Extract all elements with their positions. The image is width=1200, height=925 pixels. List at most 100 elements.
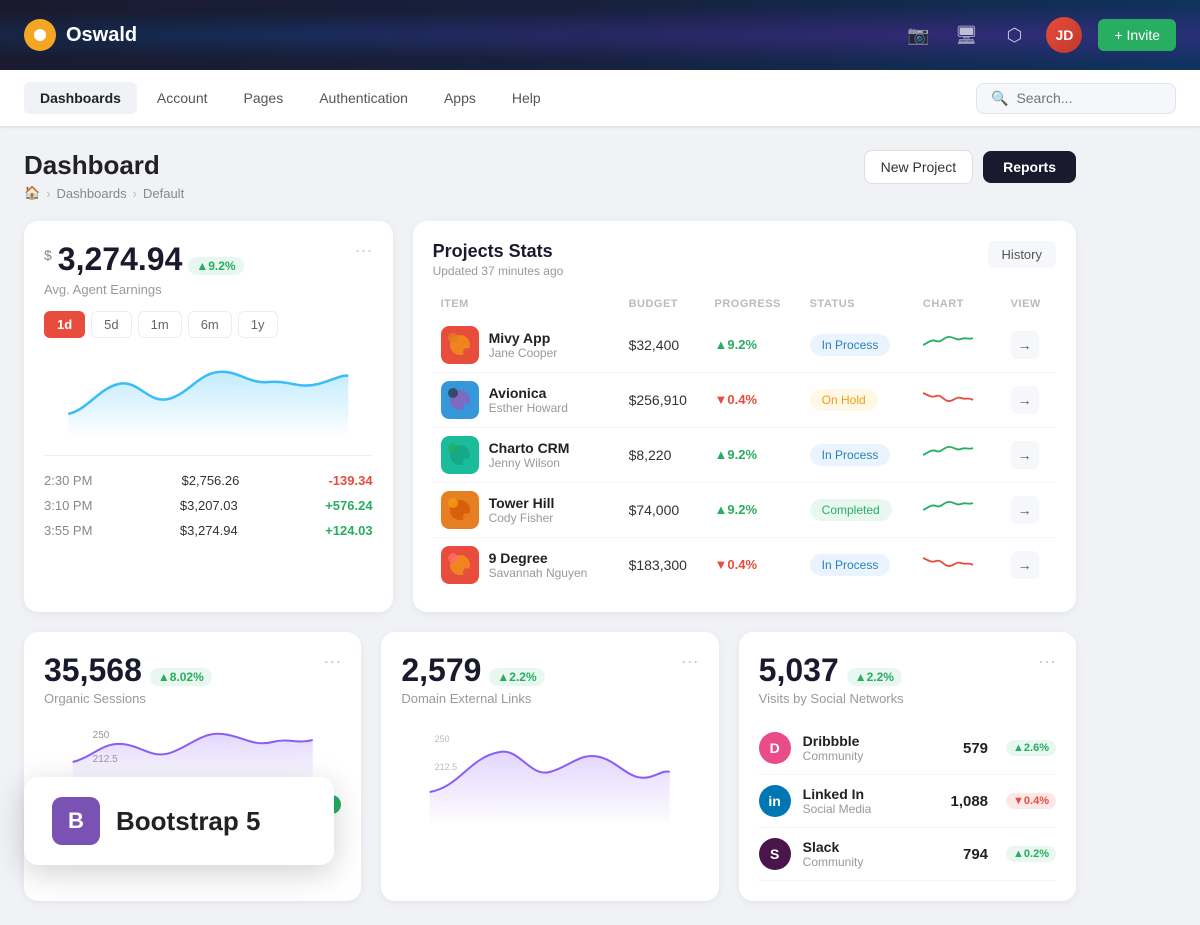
social-icon: D xyxy=(759,732,791,764)
nav-help[interactable]: Help xyxy=(496,82,557,114)
col-status: STATUS xyxy=(802,294,915,318)
camera-icon[interactable]: 📷 xyxy=(902,19,934,51)
organic-menu[interactable]: ⋯ xyxy=(323,652,341,673)
status-badge: Completed xyxy=(810,499,892,521)
domain-menu[interactable]: ⋯ xyxy=(681,652,699,673)
share-icon[interactable]: ⬡ xyxy=(998,19,1030,51)
proj-owner: Esther Howard xyxy=(489,401,568,415)
stat-val-1: $2,756.26 xyxy=(182,473,240,488)
proj-owner: Savannah Nguyen xyxy=(489,566,588,580)
nav-apps[interactable]: Apps xyxy=(428,82,492,114)
social-type: Social Media xyxy=(803,802,872,816)
search-input[interactable] xyxy=(1016,90,1161,106)
filter-5d[interactable]: 5d xyxy=(91,311,131,338)
svg-text:212.5: 212.5 xyxy=(93,754,118,765)
nav-dashboards[interactable]: Dashboards xyxy=(24,82,137,114)
organic-number: 35,568 xyxy=(44,652,142,689)
proj-owner: Cody Fisher xyxy=(489,511,555,525)
filter-6m[interactable]: 6m xyxy=(188,311,232,338)
proj-progress-cell: ▲9.2% xyxy=(707,428,802,483)
currency-symbol: $ xyxy=(44,247,52,263)
proj-progress-cell: ▲9.2% xyxy=(707,483,802,538)
status-badge: In Process xyxy=(810,334,891,356)
stat-time-3: 3:55 PM xyxy=(44,523,92,538)
view-button[interactable]: → xyxy=(1011,496,1039,524)
proj-thumb xyxy=(441,381,479,419)
breadcrumb-default: Default xyxy=(143,186,184,201)
social-menu[interactable]: ⋯ xyxy=(1038,652,1056,673)
social-item: D Dribbble Community 579 ▲2.6% xyxy=(759,722,1056,775)
proj-view-cell[interactable]: → xyxy=(1003,318,1056,373)
proj-progress: ▲9.2% xyxy=(715,447,758,462)
stats-rows: 2:30 PM $2,756.26 -139.34 3:10 PM $3,207… xyxy=(44,455,373,543)
proj-view-cell[interactable]: → xyxy=(1003,483,1056,538)
proj-chart-cell xyxy=(915,373,1003,428)
proj-budget-cell: $8,220 xyxy=(621,428,707,483)
bootstrap-label: Bootstrap 5 xyxy=(116,806,260,837)
proj-progress: ▲9.2% xyxy=(715,502,758,517)
social-info: Dribbble Community xyxy=(803,733,864,763)
nav-authentication[interactable]: Authentication xyxy=(303,82,424,114)
proj-thumb xyxy=(441,326,479,364)
proj-view-cell[interactable]: → xyxy=(1003,373,1056,428)
social-icon: S xyxy=(759,838,791,870)
proj-progress: ▼0.4% xyxy=(715,557,758,572)
proj-status-cell: In Process xyxy=(802,318,915,373)
proj-progress: ▼0.4% xyxy=(715,392,758,407)
status-badge: On Hold xyxy=(810,389,878,411)
status-badge: In Process xyxy=(810,554,891,576)
table-row: Charto CRM Jenny Wilson $8,220 ▲9.2% In … xyxy=(433,428,1056,483)
logo-text: Oswald xyxy=(66,24,137,47)
col-budget: BUDGET xyxy=(621,294,707,318)
projects-updated: Updated 37 minutes ago xyxy=(433,264,564,278)
avatar[interactable]: JD xyxy=(1046,17,1082,53)
view-button[interactable]: → xyxy=(1011,441,1039,469)
proj-name: Avionica xyxy=(489,385,568,401)
search-icon: 🔍 xyxy=(991,90,1008,107)
time-filters: 1d 5d 1m 6m 1y xyxy=(44,311,373,338)
organic-badge: ▲8.02% xyxy=(150,668,212,686)
nav-pages[interactable]: Pages xyxy=(228,82,300,114)
social-name: Linked In xyxy=(803,786,872,802)
invite-button[interactable]: + Invite xyxy=(1098,19,1176,51)
proj-item-cell: Avionica Esther Howard xyxy=(433,373,621,428)
table-row: Avionica Esther Howard $256,910 ▼0.4% On… xyxy=(433,373,1056,428)
logo-area: Oswald xyxy=(24,19,137,51)
svg-text:250: 250 xyxy=(435,734,450,744)
domain-label: Domain External Links xyxy=(401,691,698,706)
col-item: ITEM xyxy=(433,294,621,318)
table-row: Tower Hill Cody Fisher $74,000 ▲9.2% Com… xyxy=(433,483,1056,538)
monitor-icon[interactable]: 🖥 xyxy=(950,19,982,51)
proj-item-cell: Tower Hill Cody Fisher xyxy=(433,483,621,538)
stat-val-3: $3,274.94 xyxy=(180,523,238,538)
bootstrap-overlay: B Bootstrap 5 xyxy=(24,777,334,865)
main-nav: Dashboards Account Pages Authentication … xyxy=(0,70,1200,126)
social-name: Dribbble xyxy=(803,733,864,749)
proj-view-cell[interactable]: → xyxy=(1003,428,1056,483)
filter-1m[interactable]: 1m xyxy=(138,311,182,338)
filter-1y[interactable]: 1y xyxy=(238,311,278,338)
view-button[interactable]: → xyxy=(1011,386,1039,414)
projects-title: Projects Stats xyxy=(433,241,564,262)
top-bar: Oswald 📷 🖥 ⬡ JD + Invite xyxy=(0,0,1200,70)
filter-1d[interactable]: 1d xyxy=(44,311,85,338)
social-badge: ▲2.2% xyxy=(847,668,902,686)
stat-time-2: 3:10 PM xyxy=(44,498,92,513)
proj-progress-cell: ▼0.4% xyxy=(707,538,802,593)
view-button[interactable]: → xyxy=(1011,551,1039,579)
proj-view-cell[interactable]: → xyxy=(1003,538,1056,593)
earnings-menu[interactable]: ⋯ xyxy=(355,241,373,262)
proj-chart-cell xyxy=(915,483,1003,538)
nav-account[interactable]: Account xyxy=(141,82,224,114)
new-project-button[interactable]: New Project xyxy=(864,150,973,184)
domain-badge: ▲2.2% xyxy=(489,668,544,686)
breadcrumb-dashboards[interactable]: Dashboards xyxy=(57,186,127,201)
history-button[interactable]: History xyxy=(988,241,1056,268)
social-item: in Linked In Social Media 1,088 ▼0.4% xyxy=(759,775,1056,828)
proj-budget-cell: $256,910 xyxy=(621,373,707,428)
proj-chart-cell xyxy=(915,538,1003,593)
page-header: Dashboard 🏠 › Dashboards › Default New P… xyxy=(24,150,1076,201)
reports-button[interactable]: Reports xyxy=(983,151,1076,183)
view-button[interactable]: → xyxy=(1011,331,1039,359)
stat-change-1: -139.34 xyxy=(328,473,372,488)
